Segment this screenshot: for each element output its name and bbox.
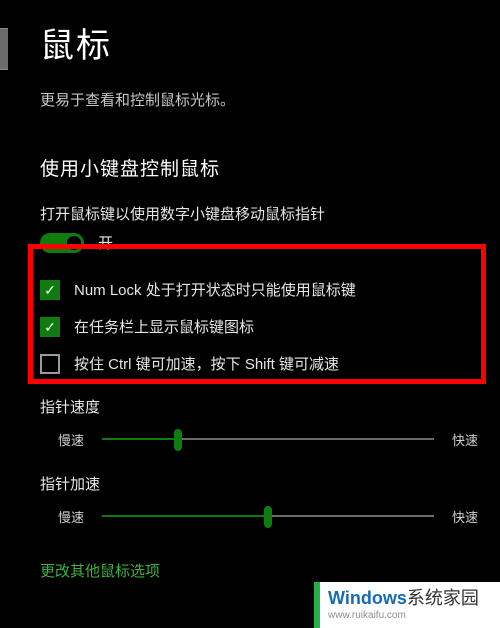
toggle-track	[40, 233, 84, 253]
other-mouse-options-link[interactable]: 更改其他鼠标选项	[40, 560, 482, 581]
checkbox-numlock[interactable]: ✓ Num Lock 处于打开状态时只能使用鼠标键	[40, 279, 482, 300]
slider-min-label: 慢速	[54, 430, 88, 449]
watermark: Windows系统家园 www.ruikaifu.com	[314, 582, 500, 628]
pointer-speed-slider[interactable]: 慢速 快速	[40, 427, 482, 451]
check-icon: ✓	[44, 320, 56, 334]
toggle-label: 打开鼠标键以使用数字小键盘移动鼠标指针	[40, 203, 482, 224]
section-heading: 使用小键盘控制鼠标	[40, 154, 482, 181]
checkbox-ctrlshift[interactable]: 按住 Ctrl 键可加速，按下 Shift 键可减速	[40, 353, 482, 374]
watermark-prefix: W	[328, 588, 345, 608]
watermark-url: www.ruikaifu.com	[320, 610, 500, 621]
checkbox-label: 在任务栏上显示鼠标键图标	[74, 316, 254, 337]
slider-thumb[interactable]	[174, 429, 182, 451]
slider-fill	[102, 515, 268, 517]
checkbox-label: Num Lock 处于打开状态时只能使用鼠标键	[74, 279, 356, 300]
watermark-brand: Windows系统家园	[320, 582, 500, 610]
checkbox-box: ✓	[40, 317, 60, 337]
checkbox-box: ✓	[40, 280, 60, 300]
checkbox-label: 按住 Ctrl 键可加速，按下 Shift 键可减速	[74, 353, 339, 374]
settings-page: 鼠标 更易于查看和控制鼠标光标。 使用小键盘控制鼠标 打开鼠标键以使用数字小键盘…	[40, 18, 482, 581]
page-subtitle: 更易于查看和控制鼠标光标。	[40, 89, 482, 110]
slider-track	[102, 427, 434, 451]
watermark-win: indows	[345, 588, 407, 608]
page-title: 鼠标	[40, 18, 482, 67]
slider-min-label: 慢速	[54, 507, 88, 526]
pointer-accel-block: 指针加速 慢速 快速	[40, 473, 482, 528]
slider-thumb[interactable]	[264, 506, 272, 528]
slider-title: 指针加速	[40, 473, 482, 494]
pointer-accel-slider[interactable]: 慢速 快速	[40, 504, 482, 528]
window-edge	[0, 28, 8, 70]
slider-max-label: 快速	[448, 507, 482, 526]
mouse-keys-toggle[interactable]: 开	[40, 232, 482, 253]
checkbox-taskbar[interactable]: ✓ 在任务栏上显示鼠标键图标	[40, 316, 482, 337]
watermark-suffix: 系统家园	[407, 588, 479, 608]
checkbox-box	[40, 354, 60, 374]
pointer-speed-block: 指针速度 慢速 快速	[40, 396, 482, 451]
slider-track	[102, 504, 434, 528]
slider-fill	[102, 438, 178, 440]
toggle-state-text: 开	[98, 232, 113, 253]
slider-title: 指针速度	[40, 396, 482, 417]
slider-max-label: 快速	[448, 430, 482, 449]
check-icon: ✓	[44, 283, 56, 297]
toggle-thumb	[67, 236, 81, 250]
